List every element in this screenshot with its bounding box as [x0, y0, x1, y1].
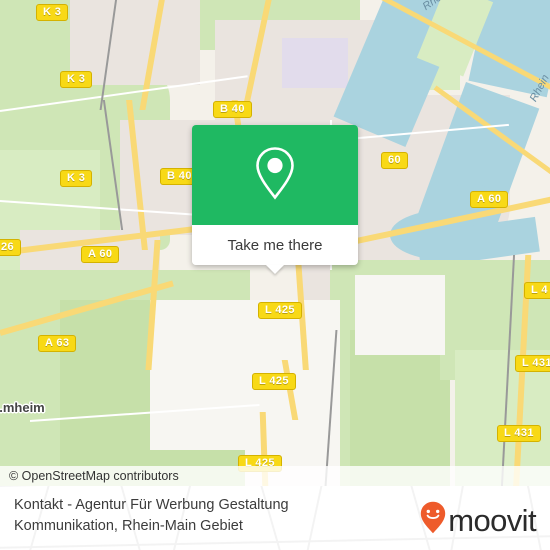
map-canvas[interactable]: Rhein Rhein ...mheim K 3 K 3 K 3 B 40 B …	[0, 0, 550, 486]
location-callout-card[interactable]: Take me there	[192, 125, 358, 274]
page-title: Kontakt - Agentur Für Werbung Gestaltung…	[14, 495, 374, 537]
road-shield-l431[interactable]: L 431	[515, 355, 550, 372]
road-shield-b40[interactable]: B 40	[213, 101, 252, 118]
map-pin-icon	[252, 145, 298, 206]
road-shield-k3[interactable]: K 3	[60, 71, 93, 88]
map-attribution-bar: © OpenStreetMap contributors	[0, 466, 550, 486]
moovit-smiley-pin-icon	[420, 501, 446, 539]
road-shield-a60[interactable]: 60	[381, 152, 409, 169]
take-me-there-button[interactable]: Take me there	[192, 225, 358, 274]
road-shield-a63[interactable]: A 63	[38, 335, 77, 352]
osm-attribution-text[interactable]: © OpenStreetMap contributors	[0, 469, 179, 483]
landuse-farm	[355, 275, 445, 355]
landuse-retail	[282, 38, 348, 88]
take-me-there-label: Take me there	[227, 236, 323, 254]
callout-tail	[266, 265, 284, 274]
landuse-farm	[150, 300, 260, 450]
road-shield-a60[interactable]: A 60	[81, 246, 120, 263]
screenshot-root: Rhein Rhein ...mheim K 3 K 3 K 3 B 40 B …	[0, 0, 550, 550]
caption-line-2: Kommunikation, Rhein-Main Gebiet	[14, 518, 243, 534]
card-pin-area	[192, 125, 358, 225]
road-shield-l425[interactable]: L 425	[252, 373, 296, 390]
caption-bar: Kontakt - Agentur Für Werbung Gestaltung…	[0, 486, 550, 550]
moovit-wordmark: moovit	[448, 502, 536, 538]
road-shield-l431[interactable]: L 431	[497, 425, 541, 442]
place-label-mheim: ...mheim	[0, 400, 45, 415]
road-shield-l425[interactable]: L 425	[258, 302, 302, 319]
caption-line-1: Kontakt - Agentur Für Werbung Gestaltung	[14, 497, 289, 513]
road-shield-a60[interactable]: A 60	[470, 191, 509, 208]
road-shield-l431[interactable]: L 4	[524, 282, 550, 299]
moovit-logo[interactable]: moovit	[420, 501, 537, 539]
road-shield-k3[interactable]: K 3	[60, 170, 93, 187]
road-shield-a26[interactable]: 26	[0, 239, 22, 256]
road-shield-k3[interactable]: K 3	[36, 4, 69, 21]
